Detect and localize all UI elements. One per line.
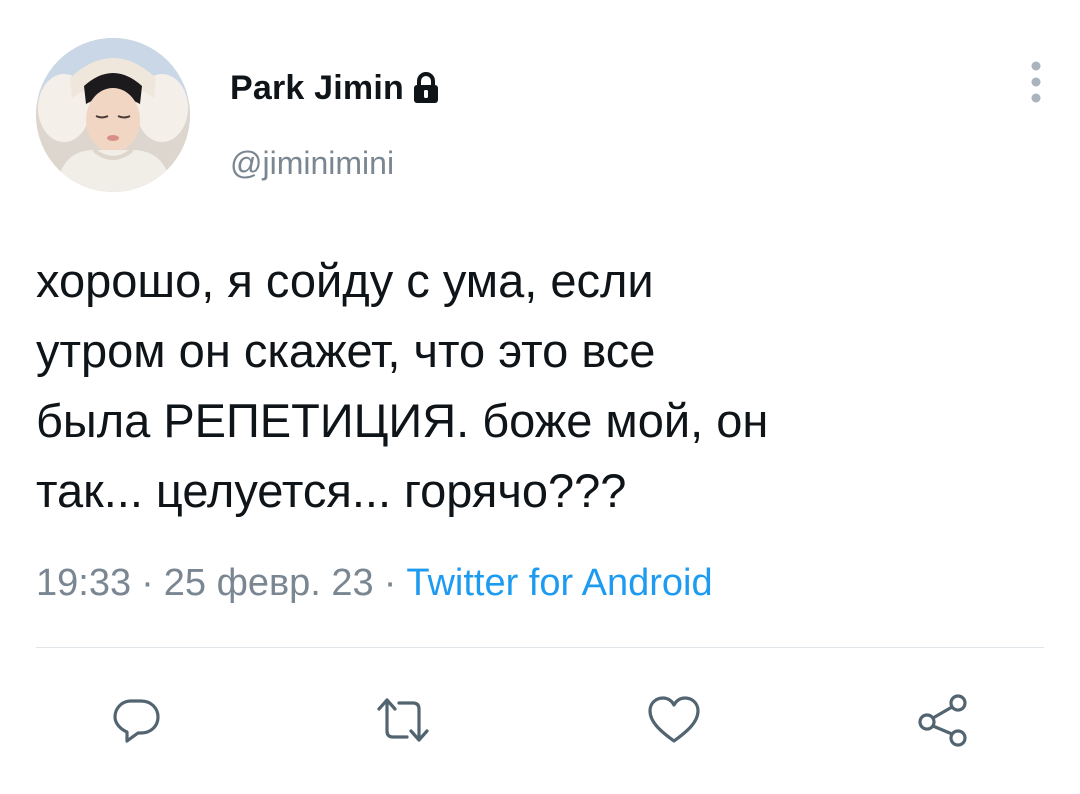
reply-icon[interactable]: [106, 690, 166, 750]
heart-icon[interactable]: [644, 690, 704, 750]
tweet-line: была РЕПЕТИЦИЯ. боже мой, он: [36, 394, 769, 447]
retweet-icon[interactable]: [373, 690, 433, 750]
meta-separator: ·: [383, 562, 397, 604]
lock-icon: [412, 71, 440, 105]
user-handle[interactable]: @jiminimini: [230, 145, 394, 182]
tweet-date: 25 февр. 23: [163, 562, 374, 604]
tweet-time: 19:33: [36, 562, 132, 604]
tweet-text: хорошо, я сойду с ума, если утром он ска…: [36, 246, 1056, 526]
tweet-line: хорошо, я сойду с ума, если: [36, 254, 654, 307]
tweet-meta: 19:33 · 25 февр. 23 · Twitter for Android: [36, 562, 713, 605]
tweet-line: утром он скажет, что это все: [36, 324, 656, 377]
tweet-line: так... целуется... горячо???: [36, 464, 627, 517]
divider: [36, 647, 1044, 648]
meta-separator: ·: [141, 562, 154, 604]
name-row: Park Jimin: [230, 64, 440, 112]
display-name[interactable]: Park Jimin: [230, 69, 404, 108]
vertical-dots-icon[interactable]: [1020, 58, 1052, 108]
share-icon[interactable]: [913, 690, 973, 750]
tweet-source-link[interactable]: Twitter for Android: [406, 562, 712, 604]
avatar[interactable]: [36, 38, 190, 192]
